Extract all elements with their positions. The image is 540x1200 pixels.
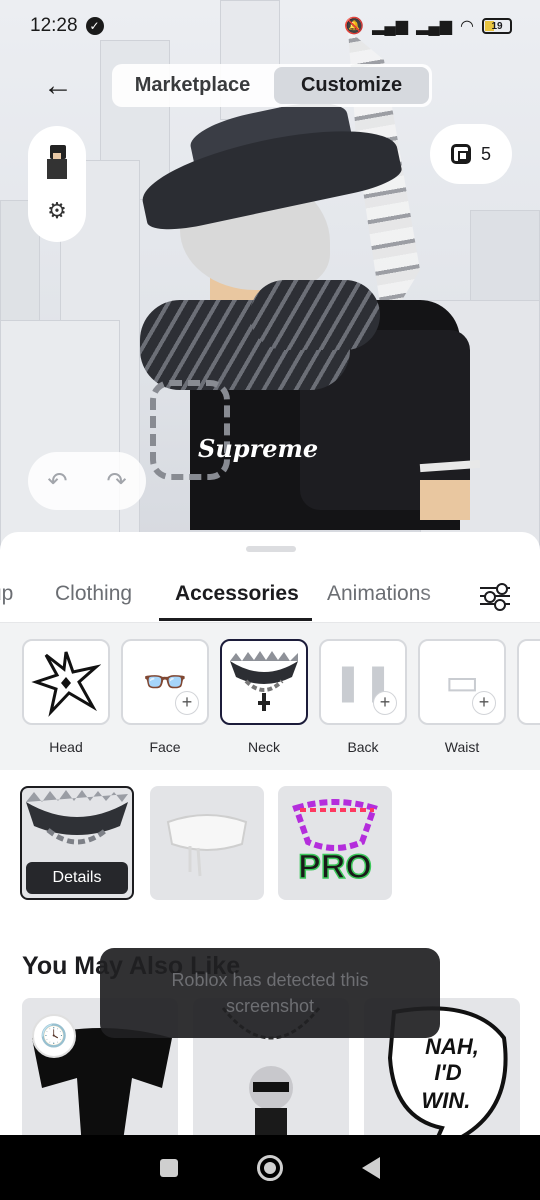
category-label: Head	[49, 739, 83, 755]
avatar-viewport[interactable]: Supreme 12:28 ✓ 🔕 ▂▄▆ ▂▄▆ ◠ 19 ← Marketp…	[0, 0, 540, 560]
arrow-left-icon: ←	[43, 69, 73, 102]
category-face[interactable]: 👓 + Face	[121, 639, 209, 755]
tab-clothing[interactable]: Clothing	[55, 582, 132, 606]
undo-icon[interactable]: ↶	[47, 467, 67, 496]
details-button[interactable]: Details	[26, 862, 128, 894]
category-label: Back	[347, 739, 379, 755]
battery-icon: 19	[482, 18, 512, 34]
robux-amount: 5	[480, 143, 491, 164]
signal-icon: ▂▄▆	[416, 18, 453, 35]
svg-text:I'D: I'D	[434, 1060, 461, 1085]
category-neck[interactable]: Neck	[220, 639, 308, 755]
category-more[interactable]	[517, 639, 540, 725]
plus-icon: +	[373, 691, 397, 715]
category-label: Neck	[248, 739, 280, 755]
sheet-drag-handle[interactable]	[246, 546, 296, 552]
screenshot-toast: Roblox has detected this screenshot	[100, 948, 440, 1038]
tab-marketplace[interactable]: Marketplace	[115, 67, 270, 104]
customize-sheet: up Clothing Accessories Animations Head …	[0, 532, 540, 1135]
robux-balance[interactable]: 5	[430, 124, 512, 184]
owned-item-fur-collar[interactable]: Details	[20, 786, 134, 900]
avatar-thumbnail-button[interactable]	[44, 144, 70, 181]
robux-icon	[450, 144, 471, 164]
pro-label: PRO	[298, 848, 372, 886]
category-label: Waist	[444, 739, 480, 755]
clock-icon: 🕓	[32, 1014, 76, 1058]
back-triangle-icon[interactable]	[362, 1156, 381, 1179]
battery-level: 19	[491, 20, 503, 32]
shield-check-icon: ✓	[85, 17, 104, 35]
back-button[interactable]: ←	[36, 66, 80, 106]
owned-accessories-grid: Details PRO	[20, 786, 520, 904]
category-label: Face	[149, 739, 181, 755]
plus-icon: +	[472, 691, 496, 715]
avatar-settings-icon[interactable]: ⚙	[47, 198, 67, 224]
marketplace-customize-toggle[interactable]: Marketplace Customize	[112, 64, 432, 107]
tab-animations[interactable]: Animations	[327, 582, 431, 606]
signal-icon: ▂▄▆	[372, 18, 409, 35]
avatar-chain	[150, 380, 230, 480]
undo-redo-controls: ↶ ↷	[28, 452, 146, 510]
tab-customize[interactable]: Customize	[274, 67, 429, 104]
fur-collar-thumbnail	[230, 651, 298, 711]
white-scarf-image	[166, 814, 248, 877]
sliders-icon[interactable]	[470, 576, 520, 616]
svg-text:NAH,: NAH,	[425, 1034, 479, 1059]
tab-accessories[interactable]: Accessories	[175, 582, 299, 606]
redo-icon[interactable]: ↷	[106, 467, 126, 496]
active-tab-indicator	[159, 618, 312, 621]
spiked-head-accessory-thumbnail	[31, 651, 101, 717]
system-navigation-bar	[0, 1135, 540, 1200]
mute-icon: 🔕	[344, 18, 365, 35]
status-bar: 12:28 ✓ 🔕 ▂▄▆ ▂▄▆ ◠ 19	[0, 0, 540, 52]
avatar-arm	[420, 480, 470, 520]
plus-icon: +	[175, 691, 199, 715]
category-back[interactable]: ❚❚ + Back	[319, 639, 407, 755]
avatar-fur-collar	[250, 280, 380, 350]
avatar-side-controls: ⚙	[28, 126, 86, 242]
accessory-category-row: Head 👓 + Face Neck ❚❚ + Back ▭ + Waist	[0, 622, 540, 770]
category-tabs: up Clothing Accessories Animations	[0, 576, 540, 622]
svg-text:WIN.: WIN.	[422, 1088, 471, 1113]
tab-makeup[interactable]: up	[0, 582, 13, 606]
fur-collar-image	[26, 790, 128, 845]
recents-icon[interactable]	[159, 1158, 178, 1177]
avatar-shirt-logo: Supreme	[198, 434, 319, 463]
owned-item-white-scarf[interactable]	[150, 786, 264, 900]
status-time: 12:28	[30, 15, 78, 36]
category-waist[interactable]: ▭ + Waist	[418, 639, 506, 755]
owned-item-pro-chain[interactable]: PRO	[278, 786, 392, 900]
pro-chain-image: PRO	[292, 799, 378, 887]
home-icon[interactable]	[256, 1154, 283, 1181]
background-building	[0, 320, 120, 560]
category-head[interactable]: Head	[22, 639, 110, 755]
wifi-icon: ◠	[460, 18, 474, 35]
